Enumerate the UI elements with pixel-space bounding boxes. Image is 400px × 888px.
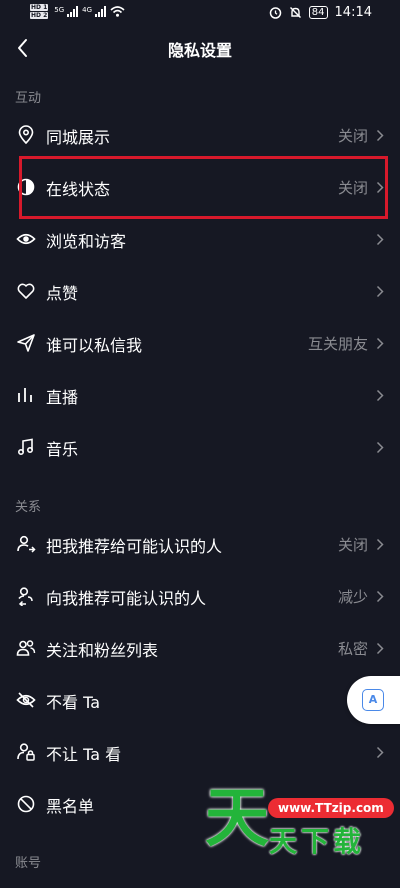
watermark-url: www.TTzip.com (268, 798, 394, 818)
row-label: 同城展示 (46, 128, 111, 147)
page-title: 隐私设置 (167, 41, 232, 60)
eye-off-icon (16, 692, 36, 708)
chevron-right-icon (376, 233, 384, 246)
header: 隐私设置 (0, 28, 400, 68)
chevron-right-icon (376, 590, 384, 603)
chevron-right-icon (376, 285, 384, 298)
row-views-visitors[interactable]: 浏览和访客 (0, 213, 400, 265)
clock: 14:14 (334, 5, 372, 20)
row-value: 私密 (337, 640, 368, 658)
row-recommend-me[interactable]: 把我推荐给可能认识的人 关闭 (0, 518, 400, 570)
eye-icon (16, 233, 36, 245)
row-label: 点赞 (46, 284, 79, 303)
alarm-icon (269, 7, 282, 19)
row-nearby-display[interactable]: 同城展示 关闭 (0, 109, 400, 161)
network-1-label: 5G (54, 6, 65, 14)
row-value: 关闭 (337, 536, 368, 554)
chevron-right-icon (376, 337, 384, 350)
status-bar: HD 1 HD 2 5G 4G 84 14:14 (0, 0, 400, 28)
row-recommend-to-me[interactable]: 向我推荐可能认识的人 减少 (0, 570, 400, 622)
network-2-label: 4G (82, 6, 93, 14)
row-label: 不让 Ta 看 (46, 745, 122, 764)
heart-icon (17, 283, 35, 299)
chevron-right-icon (376, 642, 384, 655)
row-label: 关注和粉丝列表 (46, 641, 159, 660)
watermark-big-char: 天 (205, 782, 269, 856)
chevron-right-icon (376, 538, 384, 551)
row-block-their-view[interactable]: 不让 Ta 看 (0, 726, 400, 778)
row-label: 浏览和访客 (46, 232, 127, 251)
watermark-logo: 天 www.TTzip.com 天下载 (205, 784, 395, 860)
user-lock-icon (17, 743, 35, 761)
row-live[interactable]: 直播 (0, 369, 400, 421)
user-share-icon (17, 535, 36, 553)
battery-indicator: 84 (308, 6, 328, 19)
row-likes[interactable]: 点赞 (0, 265, 400, 317)
block-icon (17, 795, 35, 813)
live-bars-icon (18, 388, 32, 402)
section-label-relations: 关系 (15, 500, 42, 515)
section-label-interaction: 互动 (15, 91, 42, 106)
user-recommend-icon (18, 587, 33, 606)
hd2-label: HD 2 (30, 12, 49, 19)
hd-badge: HD 1 HD 2 (30, 4, 49, 19)
highlight-box (19, 156, 388, 219)
watermark-text: 天下载 (269, 825, 366, 858)
row-hide-their-content[interactable]: 不看 Ta (0, 674, 400, 726)
status-left: HD 1 HD 2 5G 4G (30, 4, 125, 19)
row-following-followers[interactable]: 关注和粉丝列表 私密 (0, 622, 400, 674)
row-music[interactable]: 音乐 (0, 421, 400, 473)
floating-assistant-button[interactable]: A (347, 676, 400, 724)
music-note-icon (17, 438, 34, 456)
row-label: 不看 Ta (46, 693, 101, 712)
row-value: 减少 (337, 588, 368, 606)
location-pin-icon (18, 125, 34, 145)
users-icon (16, 640, 36, 656)
row-label: 直播 (46, 388, 79, 407)
chevron-right-icon (376, 441, 384, 454)
row-value: 互关朋友 (307, 335, 368, 353)
chevron-right-icon (376, 129, 384, 142)
row-label: 把我推荐给可能认识的人 (46, 537, 223, 556)
signal-1-icon (67, 6, 79, 17)
status-right: 84 14:14 (269, 5, 372, 20)
chevron-right-icon (376, 389, 384, 402)
wifi-icon (110, 6, 125, 17)
assistant-icon: A (362, 689, 384, 711)
mute-bell-icon (289, 7, 301, 18)
send-icon (17, 334, 35, 352)
chevron-right-icon (376, 746, 384, 759)
row-label: 向我推荐可能认识的人 (46, 589, 207, 608)
row-label: 音乐 (46, 440, 79, 459)
row-label: 谁可以私信我 (46, 336, 143, 355)
row-value: 关闭 (337, 127, 368, 145)
hd1-label: HD 1 (30, 4, 49, 11)
section-label-account: 账号 (15, 856, 42, 871)
row-label: 黑名单 (46, 797, 95, 816)
signal-2-icon (95, 6, 107, 17)
row-who-can-message[interactable]: 谁可以私信我 互关朋友 (0, 317, 400, 369)
